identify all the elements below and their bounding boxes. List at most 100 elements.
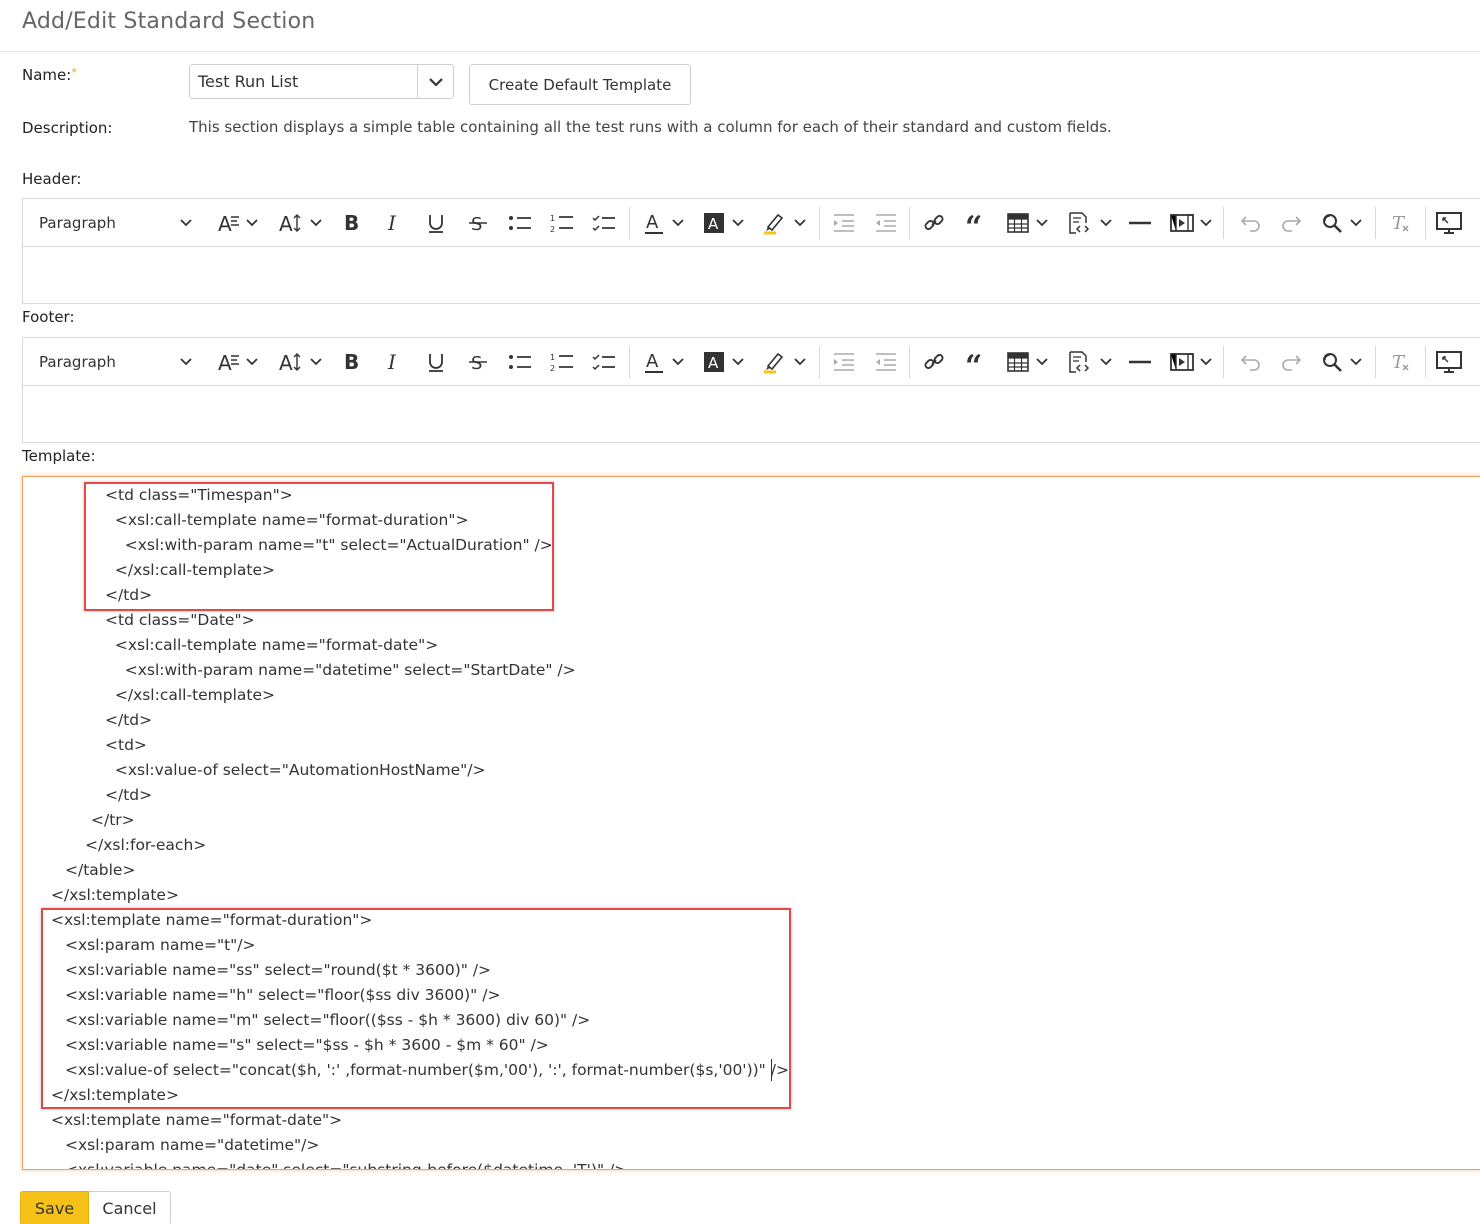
- chevron-down-icon[interactable]: [671, 199, 685, 247]
- source-code-icon[interactable]: [1063, 199, 1093, 247]
- chevron-down-icon[interactable]: [175, 199, 197, 247]
- italic-icon[interactable]: I: [379, 338, 409, 386]
- chevron-down-icon[interactable]: [1099, 338, 1113, 386]
- todo-list-icon[interactable]: [589, 338, 619, 386]
- chevron-down-icon[interactable]: [175, 338, 197, 386]
- cancel-button[interactable]: Cancel: [89, 1191, 171, 1224]
- svg-text:A: A: [646, 212, 659, 233]
- find-replace-icon[interactable]: [1317, 199, 1347, 247]
- chevron-down-icon[interactable]: [1035, 338, 1049, 386]
- chevron-down-icon[interactable]: [671, 338, 685, 386]
- chevron-down-icon[interactable]: [309, 338, 323, 386]
- code-line: <xsl:template name="format-date">: [51, 1111, 343, 1129]
- font-size-icon[interactable]: A: [275, 338, 309, 386]
- fullscreen-icon[interactable]: [1433, 199, 1465, 247]
- chevron-down-icon[interactable]: [417, 65, 453, 98]
- numbered-list-icon[interactable]: 12: [547, 338, 577, 386]
- page-title: Add/Edit Standard Section: [22, 9, 316, 34]
- chevron-down-icon[interactable]: [731, 199, 745, 247]
- redo-icon[interactable]: [1277, 199, 1307, 247]
- paragraph-format-label: Paragraph: [39, 214, 116, 232]
- remove-format-icon[interactable]: T: [1385, 199, 1415, 247]
- underline-icon[interactable]: [421, 199, 451, 247]
- chevron-down-icon[interactable]: [1349, 199, 1363, 247]
- highlight-icon[interactable]: [759, 199, 789, 247]
- bold-icon[interactable]: B: [337, 199, 367, 247]
- code-line: </table>: [65, 861, 136, 879]
- name-label: Name:*: [22, 66, 77, 84]
- outdent-icon[interactable]: [871, 199, 901, 247]
- svg-text:B: B: [344, 351, 359, 373]
- undo-icon[interactable]: [1235, 199, 1265, 247]
- highlight-icon[interactable]: [759, 338, 789, 386]
- chevron-down-icon[interactable]: [1199, 338, 1213, 386]
- svg-text:S: S: [471, 214, 482, 234]
- header-editor-body[interactable]: [23, 247, 1480, 303]
- form-actions: Save Cancel: [20, 1191, 171, 1224]
- font-size-icon[interactable]: A: [275, 199, 309, 247]
- link-icon[interactable]: [919, 199, 949, 247]
- chevron-down-icon[interactable]: [793, 199, 807, 247]
- underline-icon[interactable]: [421, 338, 451, 386]
- todo-list-icon[interactable]: [589, 199, 619, 247]
- svg-text:2: 2: [550, 225, 555, 234]
- media-embed-icon[interactable]: [1167, 199, 1197, 247]
- outdent-icon[interactable]: [871, 338, 901, 386]
- header-label: Header:: [22, 170, 82, 188]
- redo-icon[interactable]: [1277, 338, 1307, 386]
- numbered-list-icon[interactable]: 12: [547, 199, 577, 247]
- table-icon[interactable]: [1003, 199, 1033, 247]
- indent-icon[interactable]: [829, 338, 859, 386]
- bulleted-list-icon[interactable]: [505, 338, 535, 386]
- highlight-box-format-duration: [41, 908, 791, 1109]
- chevron-down-icon[interactable]: [245, 338, 259, 386]
- source-code-icon[interactable]: [1063, 338, 1093, 386]
- code-line: </td>: [105, 711, 153, 729]
- chevron-down-icon[interactable]: [793, 338, 807, 386]
- background-color-icon[interactable]: A: [699, 199, 729, 247]
- fullscreen-icon[interactable]: [1433, 338, 1465, 386]
- name-dropdown[interactable]: Test Run List: [189, 64, 454, 99]
- svg-text:A: A: [218, 212, 232, 234]
- font-color-icon[interactable]: A: [639, 199, 669, 247]
- footer-editor-body[interactable]: [23, 386, 1480, 442]
- undo-icon[interactable]: [1235, 338, 1265, 386]
- chevron-down-icon[interactable]: [245, 199, 259, 247]
- footer-editor: Paragraph A A B I S 12 A A “ T: [22, 337, 1480, 443]
- table-icon[interactable]: [1003, 338, 1033, 386]
- bulleted-list-icon[interactable]: [505, 199, 535, 247]
- page-header: Add/Edit Standard Section: [0, 0, 1480, 52]
- strikethrough-icon[interactable]: S: [463, 338, 493, 386]
- code-line: <xsl:variable name="date" select="substr…: [65, 1161, 628, 1170]
- create-default-template-button[interactable]: Create Default Template: [469, 64, 691, 105]
- font-style-icon[interactable]: A: [211, 199, 247, 247]
- code-line: </xsl:call-template>: [105, 686, 276, 704]
- svg-text:1: 1: [550, 214, 555, 223]
- remove-format-icon[interactable]: T: [1385, 338, 1415, 386]
- blockquote-icon[interactable]: “: [961, 338, 991, 386]
- chevron-down-icon[interactable]: [1099, 199, 1113, 247]
- background-color-icon[interactable]: A: [699, 338, 729, 386]
- horizontal-line-icon[interactable]: [1125, 199, 1155, 247]
- chevron-down-icon[interactable]: [1199, 199, 1213, 247]
- link-icon[interactable]: [919, 338, 949, 386]
- required-star-icon: *: [71, 66, 77, 79]
- chevron-down-icon[interactable]: [1349, 338, 1363, 386]
- horizontal-line-icon[interactable]: [1125, 338, 1155, 386]
- template-code-editor[interactable]: <td class="Timespan"> <xsl:call-template…: [22, 476, 1480, 1170]
- bold-icon[interactable]: B: [337, 338, 367, 386]
- italic-icon[interactable]: I: [379, 199, 409, 247]
- save-button[interactable]: Save: [20, 1191, 89, 1224]
- indent-icon[interactable]: [829, 199, 859, 247]
- font-style-icon[interactable]: A: [211, 338, 247, 386]
- media-embed-icon[interactable]: [1167, 338, 1197, 386]
- chevron-down-icon[interactable]: [1035, 199, 1049, 247]
- svg-text:1: 1: [550, 353, 555, 362]
- description-label: Description:: [22, 119, 113, 137]
- chevron-down-icon[interactable]: [731, 338, 745, 386]
- font-color-icon[interactable]: A: [639, 338, 669, 386]
- blockquote-icon[interactable]: “: [961, 199, 991, 247]
- find-replace-icon[interactable]: [1317, 338, 1347, 386]
- strikethrough-icon[interactable]: S: [463, 199, 493, 247]
- chevron-down-icon[interactable]: [309, 199, 323, 247]
